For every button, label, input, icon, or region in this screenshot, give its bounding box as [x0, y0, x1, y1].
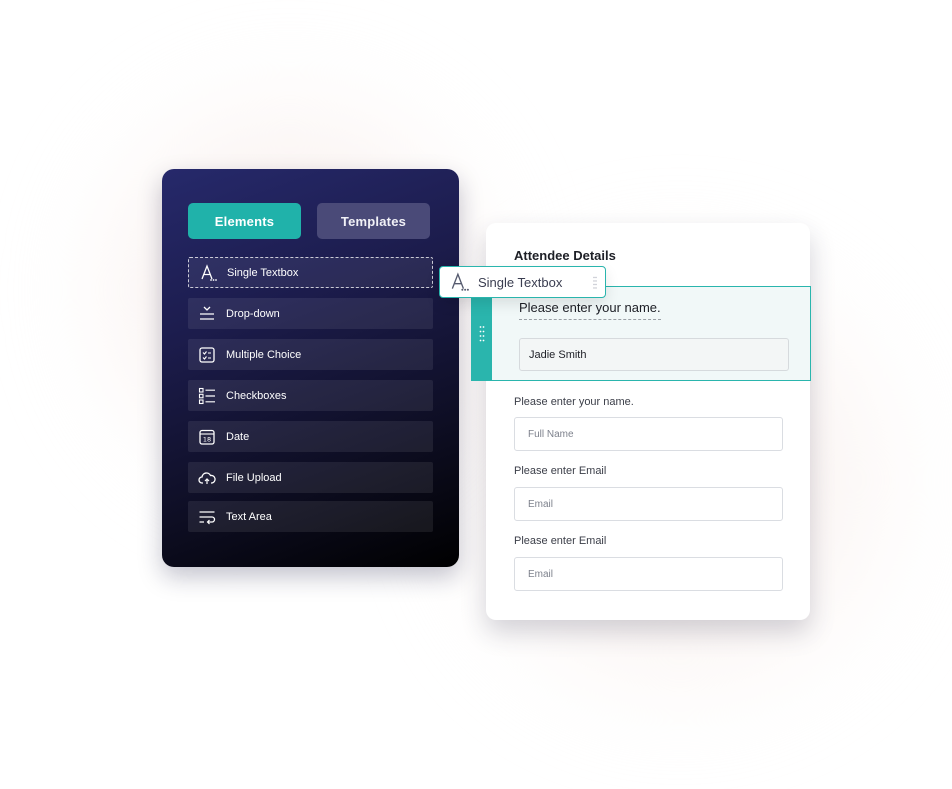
element-label: Multiple Choice	[226, 348, 302, 361]
full-name-input[interactable]: Full Name	[514, 417, 783, 451]
tab-templates[interactable]: Templates	[317, 203, 430, 239]
text-a-icon	[189, 257, 227, 288]
tab-elements[interactable]: Elements	[188, 203, 301, 239]
email-input[interactable]: Email	[514, 557, 783, 591]
chip-label: Single Textbox	[478, 274, 563, 290]
element-date[interactable]: 18 Date	[188, 421, 433, 452]
element-label: Text Area	[226, 510, 272, 523]
form-title: Attendee Details	[514, 248, 616, 263]
element-single-textbox[interactable]: Single Textbox	[188, 257, 433, 288]
email-input[interactable]: Email	[514, 487, 783, 521]
active-field-input[interactable]: Jadie Smith	[519, 338, 789, 371]
element-file-upload[interactable]: File Upload	[188, 462, 433, 493]
field-label-name: Please enter your name.	[514, 396, 634, 408]
element-label: Drop-down	[226, 307, 280, 320]
element-checkboxes[interactable]: Checkboxes	[188, 380, 433, 411]
text-a-icon	[440, 272, 478, 292]
calendar-icon: 18	[188, 421, 226, 452]
svg-text:18: 18	[203, 435, 211, 443]
dragged-element-chip[interactable]: Single Textbox	[439, 266, 606, 298]
checkbox-list-icon	[188, 380, 226, 411]
element-label: File Upload	[226, 471, 282, 484]
active-field-dropzone[interactable]: Please enter your name. Jadie Smith	[471, 286, 811, 381]
element-palette: Elements Templates Single Textbox Drop-d…	[162, 169, 459, 567]
active-field-label[interactable]: Please enter your name.	[519, 300, 661, 320]
element-multiple-choice[interactable]: Multiple Choice	[188, 339, 433, 370]
field-label-email: Please enter Email	[514, 535, 607, 547]
drag-handle[interactable]	[472, 287, 492, 380]
element-label: Single Textbox	[227, 266, 299, 279]
element-drop-down[interactable]: Drop-down	[188, 298, 433, 329]
field-label-email: Please enter Email	[514, 465, 607, 477]
text-wrap-icon	[188, 501, 226, 532]
grip-dots-icon	[479, 325, 485, 341]
element-label: Date	[226, 430, 250, 443]
element-label: Checkboxes	[226, 389, 287, 402]
dropdown-icon	[188, 298, 226, 329]
element-text-area[interactable]: Text Area	[188, 501, 433, 532]
grip-dots-icon	[593, 276, 597, 289]
cloud-upload-icon	[188, 462, 226, 493]
multiple-choice-icon	[188, 339, 226, 370]
